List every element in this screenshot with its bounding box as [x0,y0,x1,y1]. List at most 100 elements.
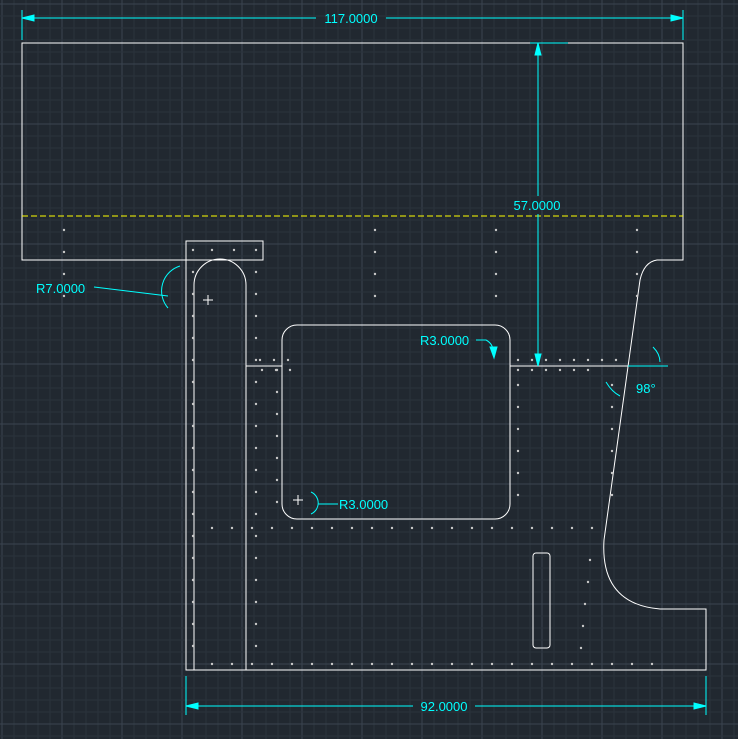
cad-drawing-canvas[interactable]: 117.0000 57.0000 92.0000 R7.0000 R3.0000… [0,0,738,739]
hole-marker [288,368,292,372]
hole-marker [254,578,258,582]
hole-marker [544,368,548,372]
hole-marker [516,383,520,387]
hole-marker [275,390,279,394]
hole-marker [410,662,414,666]
arc-radius-bottom [310,491,319,515]
hole-marker [494,250,498,254]
hole-marker [586,580,590,584]
hole-marker [254,248,258,252]
window-cutout[interactable] [281,324,511,520]
hole-marker [191,314,195,318]
hole-marker [600,358,604,362]
hole-marker [373,294,377,298]
hole-marker [490,662,494,666]
hole-marker [550,526,554,530]
label-radius-top[interactable]: R3.0000 [420,333,469,348]
slot-outline[interactable] [193,258,247,670]
hole-marker [210,248,214,252]
hole-marker [62,228,66,232]
hole-marker [558,358,562,362]
hole-marker [191,556,195,560]
dimension-labels: 117.0000 57.0000 92.0000 R7.0000 R3.0000… [36,11,656,714]
hole-marker [290,662,294,666]
hole-marker [254,512,258,516]
hole-marker [370,662,374,666]
hole-marker [254,600,258,604]
hole-marker [650,662,654,666]
hole-marker [254,292,258,296]
label-overall-width[interactable]: 117.0000 [324,11,377,26]
label-angle[interactable]: 98° [636,381,656,396]
hole-marker [254,490,258,494]
hole-marker [610,493,614,497]
hole-marker [254,402,258,406]
hole-marker [516,471,520,475]
hole-marker [270,526,274,530]
label-bottom-width[interactable]: 92.0000 [421,699,468,714]
hole-marker [191,600,195,604]
part-geometry[interactable] [21,42,707,671]
hole-marker [254,644,258,648]
hole-marker [191,622,195,626]
hole-marker [290,526,294,530]
hole-marker [286,358,290,362]
hole-marker [191,292,195,296]
hole-marker [516,358,520,362]
hole-marker [254,424,258,428]
hole-marker [579,646,583,650]
hole-marker [254,468,258,472]
label-radius-slot[interactable]: R7.0000 [36,281,85,296]
hole-marker [254,358,258,362]
hole-marker [330,526,334,530]
hole-marker [191,270,195,274]
hole-marker [191,380,195,384]
hole-marker [410,526,414,530]
hole-marker [590,526,594,530]
hole-marker [62,272,66,276]
hole-marker [572,358,576,362]
hole-marker [191,402,195,406]
hole-marker [275,434,279,438]
hole-marker [275,456,279,460]
angle-arc-upper [652,346,661,363]
hole-marker [210,662,214,666]
hole-marker [510,662,514,666]
hole-marker [510,526,514,530]
hole-marker [610,449,614,453]
hole-marker [635,250,639,254]
hole-marker [191,578,195,582]
hole-marker [516,449,520,453]
hole-marker [191,248,195,252]
hole-marker [583,602,587,606]
hole-marker [544,358,548,362]
hole-marker [330,662,334,666]
hole-marker [586,358,590,362]
hole-marker [274,368,278,372]
hole-marker [191,336,195,340]
hole-marker [230,526,234,530]
hole-marker [516,368,520,372]
hole-marker [191,468,195,472]
top-plate-outline[interactable] [21,42,707,671]
hole-marker [191,644,195,648]
arrow-top-height [534,42,542,56]
label-height[interactable]: 57.0000 [514,198,561,213]
label-radius-bottom[interactable]: R3.0000 [339,497,388,512]
hole-marker [254,556,258,560]
hole-marker [254,446,258,450]
hole-marker [516,427,520,431]
hole-marker [210,526,214,530]
hole-marker [390,526,394,530]
hole-marker [610,405,614,409]
hole-marker [530,358,534,362]
hole-marker [581,624,585,628]
hole-marker [373,228,377,232]
hole-marker [494,294,498,298]
hole-marker [630,662,634,666]
hole-marker [588,558,592,562]
hole-marker [260,368,264,372]
hole-marker [191,512,195,516]
hole-marker [570,526,574,530]
angle-arc-lower [605,381,621,397]
